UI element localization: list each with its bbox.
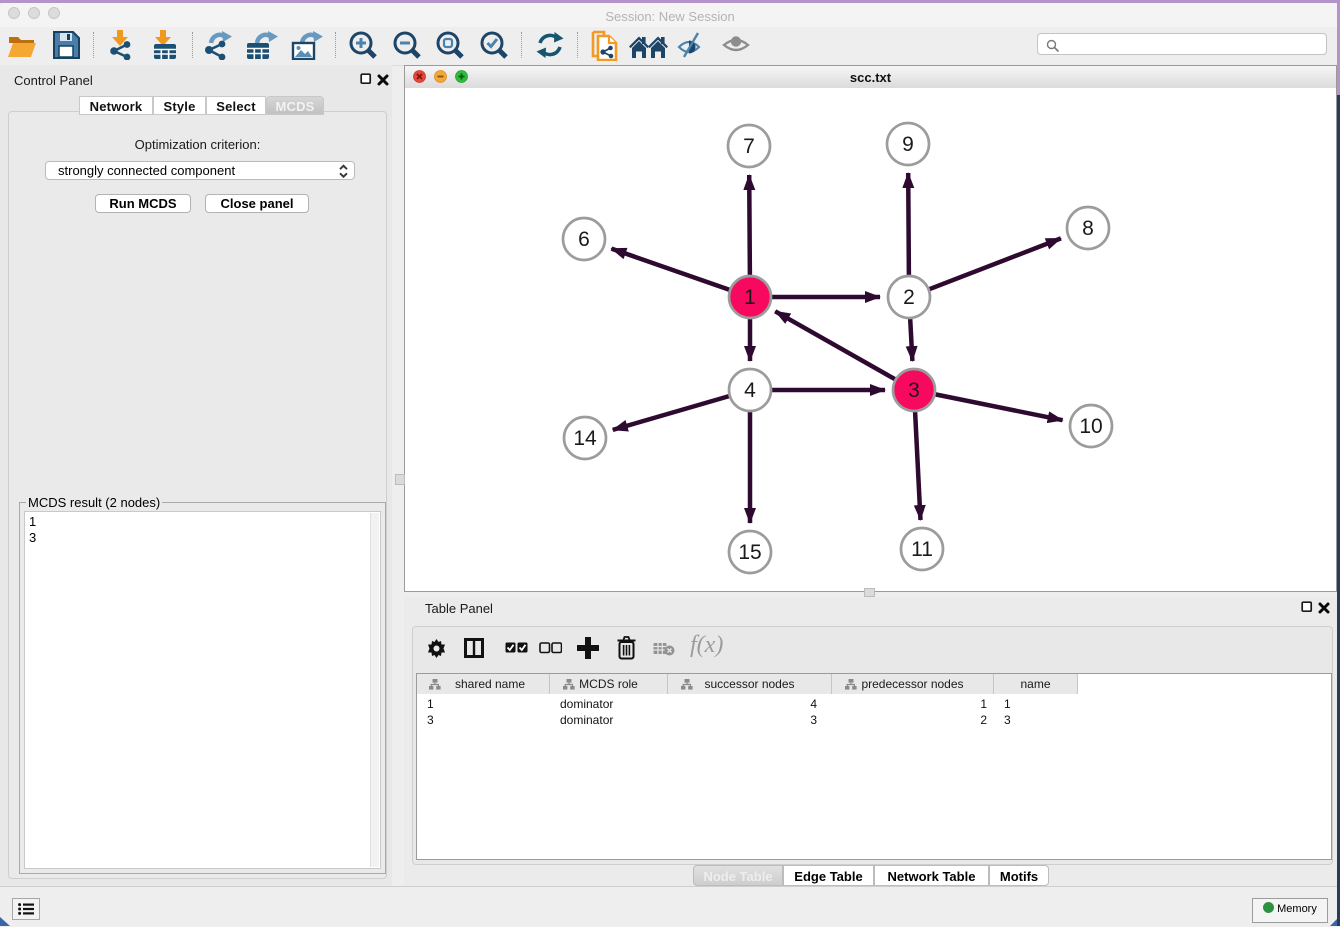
svg-text:10: 10 <box>1079 415 1102 438</box>
svg-text:1: 1 <box>744 286 756 309</box>
svg-text:7: 7 <box>743 135 755 158</box>
svg-text:14: 14 <box>573 427 597 450</box>
svg-text:4: 4 <box>744 379 756 402</box>
svg-text:15: 15 <box>738 541 761 564</box>
svg-text:6: 6 <box>578 228 590 251</box>
svg-text:9: 9 <box>902 133 914 156</box>
svg-text:11: 11 <box>911 538 933 561</box>
svg-text:3: 3 <box>908 379 920 402</box>
svg-text:2: 2 <box>903 286 915 309</box>
svg-text:8: 8 <box>1082 217 1094 240</box>
